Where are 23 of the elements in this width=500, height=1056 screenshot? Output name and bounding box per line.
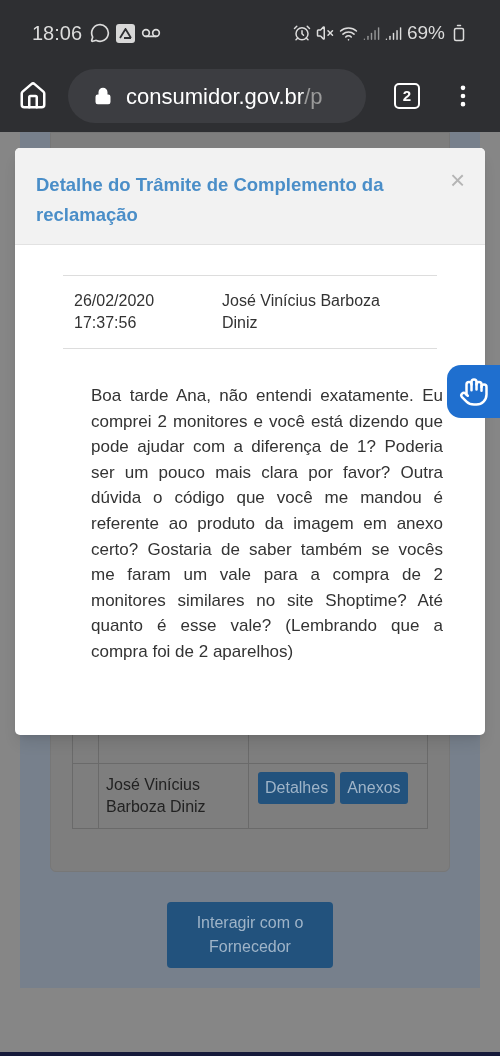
message-text: Boa tarde Ana, não entendi exatamente. Eu comprei 2 monitores e você está dizendo que pode ajudar com a diferença de 1? Poderia ser um pouco mais clara por favor? Outra dúvida o código que você me mandou é referente ao produto da imagem em anexo certo? Gostaria de saber também se vocês me faram um vale para a compra de 2 monitores similares no site Shoptime? Até quanto é esse vale? (Lembrando que a compra foi de 2 aparelhos) (90, 385, 443, 663)
interact-button[interactable]: Interagir com o Fornecedor (167, 902, 333, 968)
action-button[interactable]: Detalhes (258, 772, 336, 804)
signal-icon (362, 24, 380, 42)
table-cell: José Vinícius Barboza Diniz (99, 764, 249, 828)
alarm-icon (292, 24, 311, 42)
chat-icon (90, 23, 111, 43)
url-text: consumidor.gov.br/p (126, 82, 323, 111)
accessibility-button[interactable] (447, 365, 500, 418)
modal-title: Detalhe do Trâmite de Complemento da reclamação (36, 173, 385, 227)
lock-icon (94, 87, 112, 105)
entry-date: 26/02/2020 17:37:56 (74, 291, 156, 333)
home-icon[interactable] (18, 81, 48, 111)
tab-count[interactable]: 2 (394, 83, 420, 109)
entry-author: José Vinícius Barboza Diniz (222, 291, 381, 333)
hand-icon (458, 376, 489, 407)
app-icon (116, 23, 136, 43)
address-bar[interactable]: consumidor.gov.br/p (68, 69, 366, 123)
status-time: 18:06 (32, 21, 83, 46)
mute-icon (315, 24, 334, 42)
battery-percent: 69% (406, 20, 445, 45)
signal-icon (384, 24, 402, 42)
action-button[interactable]: Anexos (340, 772, 408, 804)
